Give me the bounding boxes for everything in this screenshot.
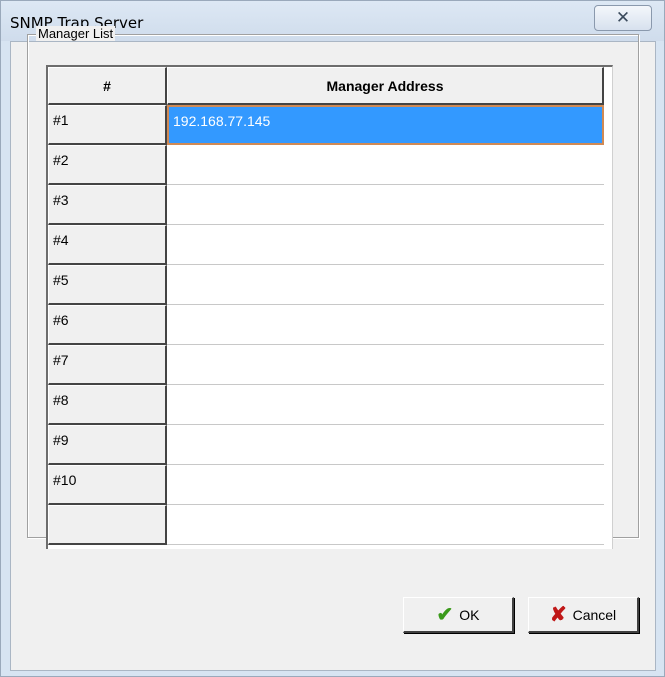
row-header[interactable] <box>48 505 167 545</box>
row-header[interactable]: #1 <box>48 105 167 145</box>
close-icon: ✕ <box>615 8 631 28</box>
manager-address-cell[interactable] <box>167 305 604 345</box>
manager-address-cell[interactable] <box>167 345 604 385</box>
row-header[interactable]: #5 <box>48 265 167 305</box>
manager-list-label: Manager List <box>36 26 116 41</box>
manager-grid[interactable]: # Manager Address #1 192.168.77.145 #2 #… <box>46 65 613 549</box>
dialog-window: SNMP Trap Server ✕ Manager List # Manage… <box>0 0 665 677</box>
manager-address-cell[interactable] <box>167 505 604 545</box>
column-header-manager-address[interactable]: Manager Address <box>167 67 604 105</box>
row-header[interactable]: #7 <box>48 345 167 385</box>
manager-address-cell[interactable] <box>167 185 604 225</box>
row-header[interactable]: #3 <box>48 185 167 225</box>
manager-address-cell[interactable]: 192.168.77.145 <box>167 105 604 145</box>
column-header-number[interactable]: # <box>48 67 167 105</box>
ok-button-label: OK <box>459 606 480 623</box>
x-mark-icon: ✘ <box>549 604 567 626</box>
manager-address-cell[interactable] <box>167 385 604 425</box>
row-header[interactable]: #6 <box>48 305 167 345</box>
manager-address-cell[interactable] <box>167 265 604 305</box>
manager-address-cell[interactable] <box>167 225 604 265</box>
cancel-button[interactable]: ✘ Cancel <box>528 597 639 633</box>
row-header[interactable]: #2 <box>48 145 167 185</box>
cancel-button-label: Cancel <box>572 606 617 623</box>
close-button[interactable]: ✕ <box>594 5 652 31</box>
manager-address-cell[interactable] <box>167 145 604 185</box>
manager-address-cell[interactable] <box>167 465 604 505</box>
row-header[interactable]: #9 <box>48 425 167 465</box>
row-header[interactable]: #8 <box>48 385 167 425</box>
row-header[interactable]: #4 <box>48 225 167 265</box>
manager-address-cell[interactable] <box>167 425 604 465</box>
ok-button[interactable]: ✔ OK <box>403 597 514 633</box>
checkmark-icon: ✔ <box>436 604 454 626</box>
row-header[interactable]: #10 <box>48 465 167 505</box>
